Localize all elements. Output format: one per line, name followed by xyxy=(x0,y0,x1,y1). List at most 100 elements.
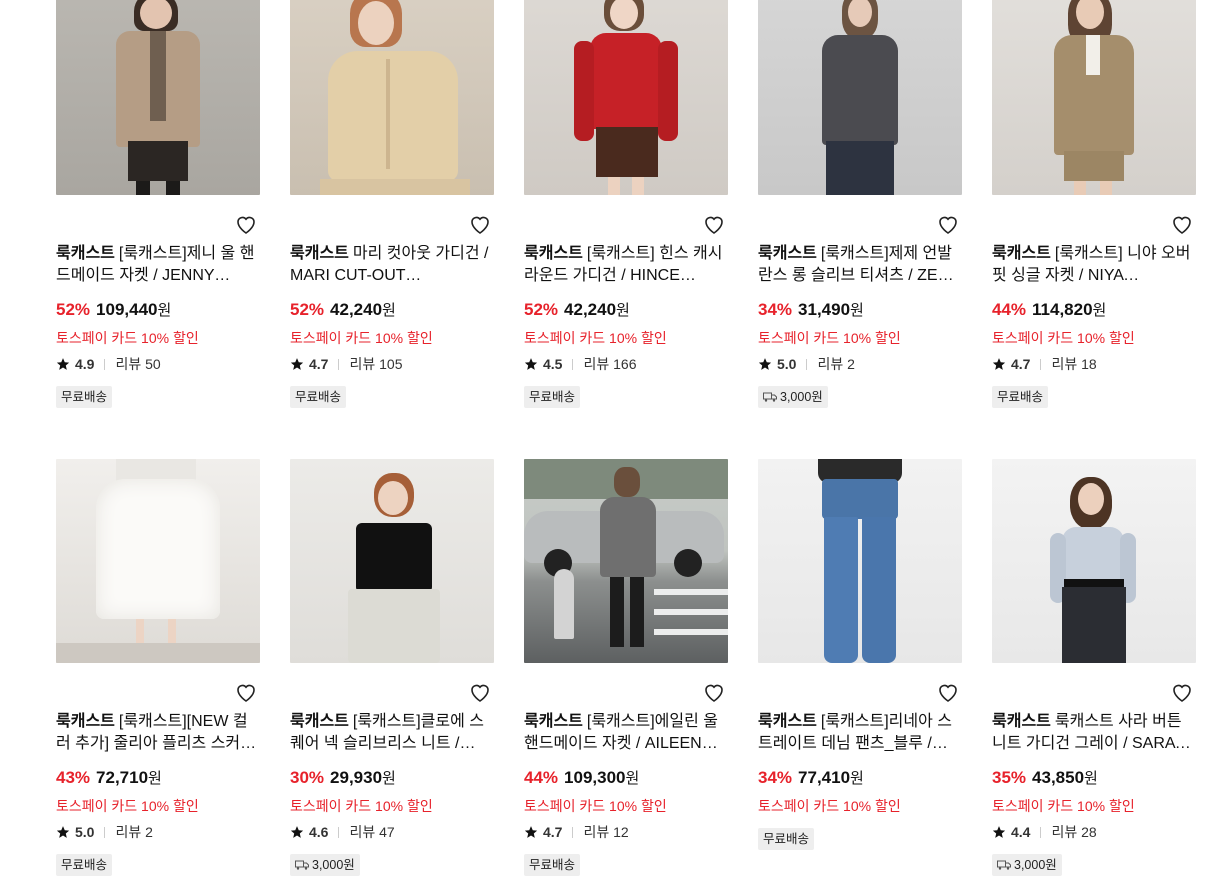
review-count: 105 xyxy=(379,356,403,372)
discount-rate: 34% xyxy=(758,768,793,787)
promo-text: 토스페이 카드 10% 할인 xyxy=(524,798,667,814)
product-image[interactable] xyxy=(290,459,494,663)
promo-text: 토스페이 카드 10% 할인 xyxy=(992,798,1135,814)
product-title[interactable]: 룩캐스트룩캐스트 사라 버튼 니트 가디건 그레이 / SARA BUTTON … xyxy=(992,711,1196,755)
heart-icon[interactable] xyxy=(468,213,492,235)
rating-row: 5.0 리뷰 2 xyxy=(758,355,855,373)
product-image[interactable] xyxy=(758,0,962,195)
review-label: 리뷰 xyxy=(583,824,610,840)
rating-score: 4.7 xyxy=(309,356,329,372)
product-image[interactable] xyxy=(56,0,260,195)
promo-text: 토스페이 카드 10% 할인 xyxy=(290,798,433,814)
review-label: 리뷰 xyxy=(115,356,142,372)
rating-score: 4.6 xyxy=(309,824,329,840)
star-icon xyxy=(524,358,538,370)
divider xyxy=(1040,826,1042,838)
product-image[interactable] xyxy=(524,459,728,663)
product-title[interactable]: 룩캐스트[룩캐스트] 힌스 캐시라운드 가디건 / HINCE CASHMERE… xyxy=(524,243,728,287)
product-image[interactable] xyxy=(524,0,728,195)
divider xyxy=(572,826,574,838)
rating-row: 4.6 리뷰 47 xyxy=(290,823,395,841)
brand-name: 룩캐스트 xyxy=(524,713,583,730)
currency-unit: 원 xyxy=(157,302,172,319)
product-row: 룩캐스트[룩캐스트]제니 울 핸드메이드 자켓 / JENNY WOOL HAN… xyxy=(56,0,1196,411)
product-card[interactable]: 룩캐스트[룩캐스트][NEW 컬러 추가] 줄리아 플리츠 스커트 / JULI… xyxy=(56,459,260,876)
brand-name: 룩캐스트 xyxy=(992,713,1051,730)
promo-text: 토스페이 카드 10% 할인 xyxy=(524,330,667,346)
heart-icon[interactable] xyxy=(702,213,726,235)
product-title[interactable]: 룩캐스트[룩캐스트][NEW 컬러 추가] 줄리아 플리츠 스커트 / JULI… xyxy=(56,711,260,755)
product-title[interactable]: 룩캐스트[룩캐스트]제니 울 핸드메이드 자켓 / JENNY WOOL HAN… xyxy=(56,243,260,287)
rating-row: 4.4 리뷰 28 xyxy=(992,823,1097,841)
price-row: 30% 29,930원 xyxy=(290,767,396,790)
product-card[interactable]: 룩캐스트[룩캐스트]리네아 스트레이트 데님 팬츠_블루 / LINEA STR… xyxy=(758,459,962,850)
price-row: 34% 77,410원 xyxy=(758,767,864,790)
price-row: 44% 109,300원 xyxy=(524,767,639,790)
product-title[interactable]: 룩캐스트[룩캐스트] 니야 오버핏 싱글 자켓 / NIYA OVERFIT S… xyxy=(992,243,1196,287)
star-icon xyxy=(290,826,304,838)
shipping-badge: 무료배송 xyxy=(992,386,1049,408)
heart-icon[interactable] xyxy=(468,681,492,703)
price-row: 52% 42,240원 xyxy=(290,299,396,322)
discount-rate: 35% xyxy=(992,768,1027,787)
price-row: 52% 42,240원 xyxy=(524,299,630,322)
product-card[interactable]: 룩캐스트룩캐스트 사라 버튼 니트 가디건 그레이 / SARA BUTTON … xyxy=(992,459,1196,876)
star-icon xyxy=(524,826,538,838)
product-image[interactable] xyxy=(56,459,260,663)
sale-price: 114,820 xyxy=(1032,300,1093,319)
shipping-badge: 3,000원 xyxy=(992,854,1062,876)
heart-icon[interactable] xyxy=(1170,213,1194,235)
product-card[interactable]: 룩캐스트[룩캐스트] 니야 오버핏 싱글 자켓 / NIYA OVERFIT S… xyxy=(992,0,1196,408)
rating-row: 4.5 리뷰 166 xyxy=(524,355,636,373)
brand-name: 룩캐스트 xyxy=(290,713,349,730)
review-label: 리뷰 xyxy=(1051,824,1078,840)
heart-icon[interactable] xyxy=(234,681,258,703)
product-row: 룩캐스트[룩캐스트][NEW 컬러 추가] 줄리아 플리츠 스커트 / JULI… xyxy=(56,459,1196,879)
heart-icon[interactable] xyxy=(234,213,258,235)
heart-icon[interactable] xyxy=(936,681,960,703)
shipping-text: 무료배송 xyxy=(997,390,1044,404)
product-title[interactable]: 룩캐스트[룩캐스트]제제 언발란스 롱 슬리브 티셔츠 / ZEZE UNBAL… xyxy=(758,243,962,287)
rating-row: 5.0 리뷰 2 xyxy=(56,823,153,841)
price-row: 34% 31,490원 xyxy=(758,299,864,322)
brand-name: 룩캐스트 xyxy=(56,245,115,262)
product-card[interactable]: 룩캐스트[룩캐스트]제제 언발란스 롱 슬리브 티셔츠 / ZEZE UNBAL… xyxy=(758,0,962,408)
product-card[interactable]: 룩캐스트[룩캐스트]클로에 스퀘어 넥 슬리브리스 니트 / CHLOE SQU… xyxy=(290,459,494,876)
shipping-text: 무료배송 xyxy=(529,390,576,404)
product-card[interactable]: 룩캐스트[룩캐스트]에일린 울 핸드메이드 자켓 / AILEEN WOOL H… xyxy=(524,459,728,876)
rating-score: 4.7 xyxy=(1011,356,1031,372)
review-count: 28 xyxy=(1081,824,1097,840)
product-card[interactable]: 룩캐스트마리 컷아웃 가디건 / MARI CUT-OUT CARDIGAN 5… xyxy=(290,0,494,408)
product-title[interactable]: 룩캐스트[룩캐스트]리네아 스트레이트 데님 팬츠_블루 / LINEA STR… xyxy=(758,711,962,755)
shipping-badge: 무료배송 xyxy=(290,386,347,408)
promo-text: 토스페이 카드 10% 할인 xyxy=(758,330,901,346)
product-card[interactable]: 룩캐스트[룩캐스트]제니 울 핸드메이드 자켓 / JENNY WOOL HAN… xyxy=(56,0,260,408)
product-image[interactable] xyxy=(758,459,962,663)
discount-rate: 52% xyxy=(56,300,91,319)
brand-name: 룩캐스트 xyxy=(290,245,349,262)
review-count: 12 xyxy=(613,824,629,840)
product-image[interactable] xyxy=(992,0,1196,195)
star-icon xyxy=(56,358,70,370)
heart-icon[interactable] xyxy=(936,213,960,235)
divider xyxy=(572,358,574,370)
product-title[interactable]: 룩캐스트[룩캐스트]에일린 울 핸드메이드 자켓 / AILEEN WOOL H… xyxy=(524,711,728,755)
rating-row: 4.7 리뷰 12 xyxy=(524,823,629,841)
sale-price: 109,300 xyxy=(564,768,626,787)
promo-text: 토스페이 카드 10% 할인 xyxy=(290,330,433,346)
product-card[interactable]: 룩캐스트[룩캐스트] 힌스 캐시라운드 가디건 / HINCE CASHMERE… xyxy=(524,0,728,408)
sale-price: 42,240 xyxy=(330,300,383,319)
divider xyxy=(338,826,340,838)
discount-rate: 52% xyxy=(290,300,325,319)
product-title[interactable]: 룩캐스트[룩캐스트]클로에 스퀘어 넥 슬리브리스 니트 / CHLOE SQU… xyxy=(290,711,494,755)
price-row: 52% 109,440원 xyxy=(56,299,171,322)
product-image[interactable] xyxy=(992,459,1196,663)
heart-icon[interactable] xyxy=(1170,681,1194,703)
product-title[interactable]: 룩캐스트마리 컷아웃 가디건 / MARI CUT-OUT CARDIGAN xyxy=(290,243,494,287)
rating-score: 5.0 xyxy=(777,356,797,372)
brand-name: 룩캐스트 xyxy=(56,713,115,730)
heart-icon[interactable] xyxy=(702,681,726,703)
shipping-text: 무료배송 xyxy=(61,390,108,404)
price-row: 43% 72,710원 xyxy=(56,767,162,790)
product-image[interactable] xyxy=(290,0,494,195)
